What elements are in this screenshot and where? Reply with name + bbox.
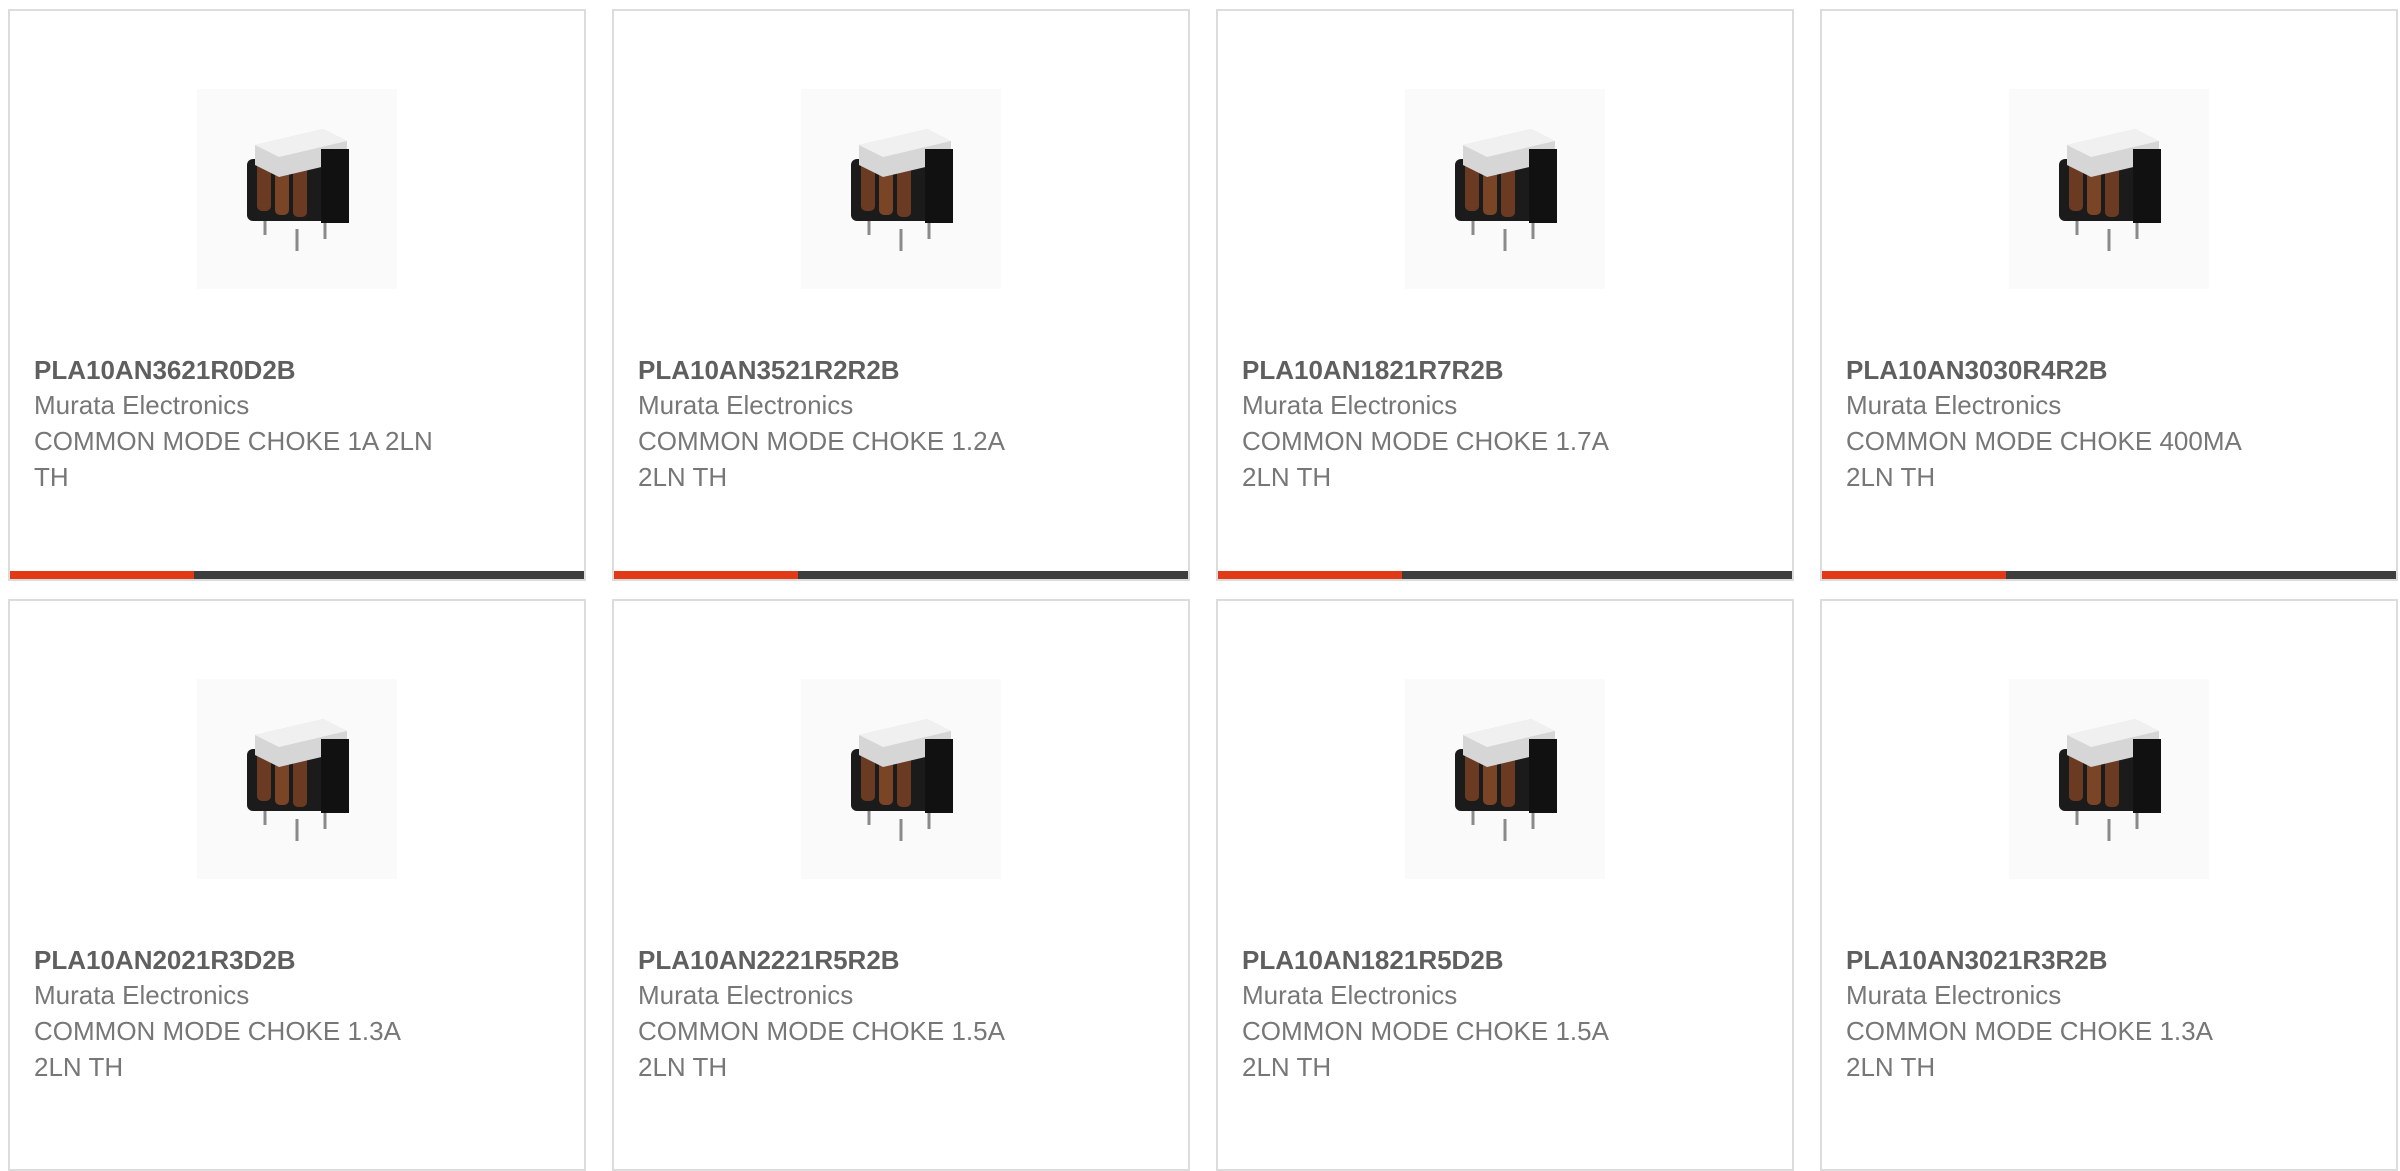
product-image[interactable] — [1405, 679, 1605, 879]
product-image[interactable] — [197, 679, 397, 879]
common-mode-choke-icon — [1405, 679, 1605, 879]
product-card[interactable]: PLA10AN2021R3D2B Murata Electronics COMM… — [8, 599, 586, 1171]
product-info: PLA10AN2221R5R2B Murata Electronics COMM… — [638, 943, 1164, 1085]
image-carousel-progress — [614, 571, 1188, 579]
product-card[interactable]: PLA10AN3021R3R2B Murata Electronics COMM… — [1820, 599, 2398, 1171]
common-mode-choke-icon — [1405, 89, 1605, 289]
part-number[interactable]: PLA10AN3621R0D2B — [34, 353, 560, 387]
manufacturer: Murata Electronics — [34, 980, 250, 1010]
product-info: PLA10AN1821R5D2B Murata Electronics COMM… — [1242, 943, 1768, 1085]
common-mode-choke-icon — [197, 89, 397, 289]
part-number[interactable]: PLA10AN2021R3D2B — [34, 943, 560, 977]
progress-fill — [1822, 571, 2006, 579]
product-image[interactable] — [801, 679, 1001, 879]
progress-fill — [1218, 571, 1402, 579]
product-image[interactable] — [2009, 679, 2209, 879]
product-description: COMMON MODE CHOKE 1.5A 2LN TH — [638, 1016, 1004, 1082]
product-image[interactable] — [801, 89, 1001, 289]
part-number[interactable]: PLA10AN1821R7R2B — [1242, 353, 1768, 387]
product-description: COMMON MODE CHOKE 1.3A 2LN TH — [1846, 1016, 2212, 1082]
product-description: COMMON MODE CHOKE 1.5A 2LN TH — [1242, 1016, 1608, 1082]
product-card[interactable]: PLA10AN1821R5D2B Murata Electronics COMM… — [1216, 599, 1794, 1171]
product-info: PLA10AN3521R2R2B Murata Electronics COMM… — [638, 353, 1164, 495]
part-number[interactable]: PLA10AN3521R2R2B — [638, 353, 1164, 387]
progress-fill — [10, 571, 194, 579]
common-mode-choke-icon — [197, 679, 397, 879]
common-mode-choke-icon — [2009, 679, 2209, 879]
product-description: COMMON MODE CHOKE 1.2A 2LN TH — [638, 426, 1004, 492]
image-carousel-progress — [10, 571, 584, 579]
product-grid: PLA10AN3621R0D2B Murata Electronics COMM… — [8, 9, 2398, 1171]
common-mode-choke-icon — [801, 679, 1001, 879]
product-info: PLA10AN3621R0D2B Murata Electronics COMM… — [34, 353, 560, 495]
product-info: PLA10AN2021R3D2B Murata Electronics COMM… — [34, 943, 560, 1085]
product-description: COMMON MODE CHOKE 1A 2LN TH — [34, 426, 433, 492]
product-description: COMMON MODE CHOKE 1.7A 2LN TH — [1242, 426, 1608, 492]
product-card[interactable]: PLA10AN3621R0D2B Murata Electronics COMM… — [8, 9, 586, 581]
common-mode-choke-icon — [2009, 89, 2209, 289]
product-description: COMMON MODE CHOKE 400MA 2LN TH — [1846, 426, 2241, 492]
image-carousel-progress — [1822, 571, 2396, 579]
part-number[interactable]: PLA10AN1821R5D2B — [1242, 943, 1768, 977]
common-mode-choke-icon — [801, 89, 1001, 289]
product-image[interactable] — [197, 89, 397, 289]
progress-fill — [614, 571, 798, 579]
product-card[interactable]: PLA10AN1821R7R2B Murata Electronics COMM… — [1216, 9, 1794, 581]
product-info: PLA10AN1821R7R2B Murata Electronics COMM… — [1242, 353, 1768, 495]
manufacturer: Murata Electronics — [1242, 390, 1458, 420]
product-description: COMMON MODE CHOKE 1.3A 2LN TH — [34, 1016, 400, 1082]
manufacturer: Murata Electronics — [34, 390, 250, 420]
product-image[interactable] — [1405, 89, 1605, 289]
manufacturer: Murata Electronics — [638, 390, 854, 420]
product-image[interactable] — [2009, 89, 2209, 289]
part-number[interactable]: PLA10AN3030R4R2B — [1846, 353, 2372, 387]
manufacturer: Murata Electronics — [638, 980, 854, 1010]
product-card[interactable]: PLA10AN3521R2R2B Murata Electronics COMM… — [612, 9, 1190, 581]
product-card[interactable]: PLA10AN2221R5R2B Murata Electronics COMM… — [612, 599, 1190, 1171]
product-info: PLA10AN3021R3R2B Murata Electronics COMM… — [1846, 943, 2372, 1085]
part-number[interactable]: PLA10AN2221R5R2B — [638, 943, 1164, 977]
manufacturer: Murata Electronics — [1846, 390, 2062, 420]
product-card[interactable]: PLA10AN3030R4R2B Murata Electronics COMM… — [1820, 9, 2398, 581]
manufacturer: Murata Electronics — [1242, 980, 1458, 1010]
product-info: PLA10AN3030R4R2B Murata Electronics COMM… — [1846, 353, 2372, 495]
image-carousel-progress — [1218, 571, 1792, 579]
manufacturer: Murata Electronics — [1846, 980, 2062, 1010]
part-number[interactable]: PLA10AN3021R3R2B — [1846, 943, 2372, 977]
